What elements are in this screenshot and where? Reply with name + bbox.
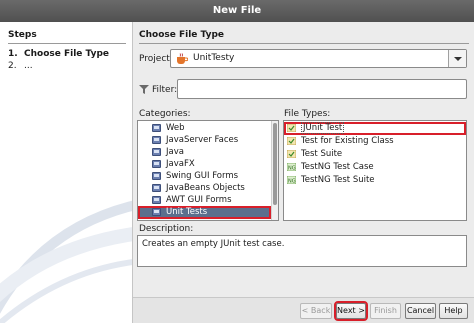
category-item-web[interactable]: Web [138,122,278,134]
file-type-item-test-for-existing-class[interactable]: Test for Existing Class [284,135,466,147]
category-item-label: JavaFX [166,159,195,169]
steps-panel: Steps 1. Choose File Type 2.... [0,22,133,323]
folder-icon [152,124,161,132]
category-item-awt-gui-forms[interactable]: AWT GUI Forms [138,194,278,206]
step-1-number: 1. [8,49,18,59]
help-button[interactable]: Help [439,303,468,319]
testng-icon: NG [287,163,296,171]
next-button[interactable]: Next > [334,301,368,321]
button-bar: < Back Next > Finish Cancel Help [133,297,474,323]
main-panel: Choose File Type Project: UnitTesty Filt… [133,22,474,297]
filter-label: Filter: [152,85,178,95]
category-item-label: Unit Tests [166,207,208,217]
category-item-label: JavaServer Faces [166,135,239,145]
file-type-item-testng-test-case[interactable]: NG TestNG Test Case [284,161,466,173]
file-type-item-label: Test Suite [301,149,343,159]
folder-icon [152,136,161,144]
category-item-javafx[interactable]: JavaFX [138,158,278,170]
file-types-label: File Types: [284,109,331,119]
chevron-down-icon[interactable] [448,50,466,67]
junit-icon [287,124,296,132]
step-2-label: ... [24,61,33,71]
category-item-label: Web [166,123,185,133]
folder-icon [152,160,161,168]
step-1-label: Choose File Type [24,49,110,59]
decorative-swoosh [0,200,132,323]
steps-header: Steps [8,30,126,44]
category-item-label: Java [166,147,184,157]
section-title: Choose File Type [139,30,469,44]
project-combo[interactable]: UnitTesty [170,49,467,68]
folder-icon [152,196,161,204]
step-2-number: 2. [8,61,17,71]
category-item-label: Swing GUI Forms [166,171,239,181]
folder-icon [152,184,161,192]
description-text: Creates an empty JUnit test case. [137,235,467,267]
file-type-item-label: TestNG Test Suite [301,175,375,185]
category-item-javaserver-faces[interactable]: JavaServer Faces [138,134,278,146]
file-type-item-label: JUnit Test [301,122,345,134]
step-2: 2.... [8,61,33,71]
folder-icon [152,172,161,180]
category-item-label: AWT GUI Forms [166,195,232,205]
folder-icon [152,208,161,216]
filter-input[interactable] [177,79,467,99]
categories-list[interactable]: Web JavaServer Faces Java JavaFX Swing G… [137,120,279,221]
file-type-item-test-suite[interactable]: Test Suite [284,148,466,160]
file-type-item-label: Test for Existing Class [301,136,394,146]
cancel-button[interactable]: Cancel [405,303,436,319]
folder-icon [152,148,161,156]
back-button[interactable]: < Back [300,303,332,319]
category-item-unit-tests[interactable]: Unit Tests [138,206,271,219]
svg-text:NG: NG [288,166,296,172]
junit-icon [287,137,296,145]
file-types-list[interactable]: JUnit Test Test for Existing Class Test … [283,120,467,221]
file-type-item-testng-test-suite[interactable]: NG TestNG Test Suite [284,174,466,186]
file-type-item-label: TestNG Test Case [301,162,374,172]
step-1: 1. Choose File Type [8,49,109,59]
filter-icon [139,85,149,94]
category-item-swing-gui-forms[interactable]: Swing GUI Forms [138,170,278,182]
finish-button[interactable]: Finish [370,303,401,319]
categories-scrollbar[interactable] [271,121,278,220]
category-item-label: JavaBeans Objects [166,183,245,193]
coffee-cup-icon [177,53,188,64]
svg-text:NG: NG [288,179,296,185]
scrollbar-thumb[interactable] [273,123,277,205]
junit-icon [287,150,296,158]
category-item-java[interactable]: Java [138,146,278,158]
categories-label: Categories: [139,109,191,119]
testng-icon: NG [287,176,296,184]
window-title: New File [0,0,474,22]
description-label: Description: [139,224,194,234]
file-type-item-junit-test[interactable]: JUnit Test [284,122,466,135]
project-value: UnitTesty [193,53,235,63]
project-label: Project: [139,54,173,64]
category-item-javabeans-objects[interactable]: JavaBeans Objects [138,182,278,194]
